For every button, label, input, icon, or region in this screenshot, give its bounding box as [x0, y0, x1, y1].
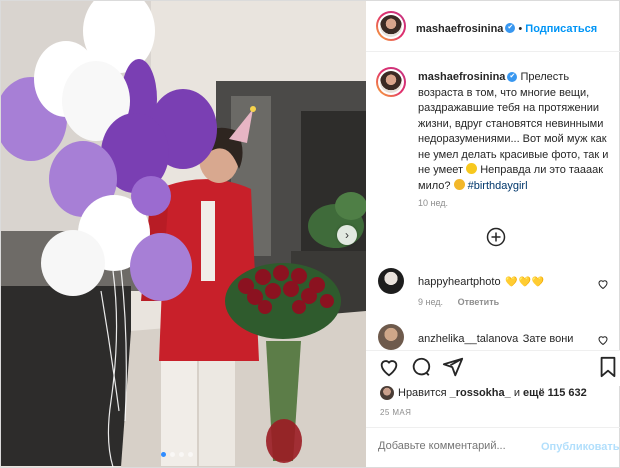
- verified-icon: ✔: [505, 22, 516, 33]
- post-date: 25 МАЯ: [380, 408, 412, 417]
- smile-emoji-icon: [466, 163, 478, 174]
- likes-prefix: Нравится: [398, 387, 447, 399]
- comment-meta: 9 нед. Ответить: [418, 297, 499, 307]
- like-heart-icon[interactable]: [378, 356, 400, 378]
- post-photo[interactable]: ›: [1, 1, 366, 467]
- comment-username[interactable]: happyheartphoto: [418, 276, 501, 288]
- carousel-dot: [188, 452, 193, 457]
- hashtag-link[interactable]: #birthdaygirl: [468, 180, 528, 192]
- carousel-dot: [170, 452, 175, 457]
- caption-username[interactable]: mashaefrosinina: [418, 71, 505, 83]
- comment-avatar[interactable]: [378, 268, 404, 294]
- yellow-heart-emoji-icon: 💛💛💛: [505, 277, 546, 288]
- separator: •: [518, 23, 523, 35]
- share-icon[interactable]: [442, 356, 464, 378]
- carousel-dots: [161, 452, 193, 457]
- liker-username[interactable]: _rossokha_: [450, 387, 511, 399]
- caption-avatar[interactable]: [376, 67, 406, 97]
- carousel-next-button[interactable]: ›: [337, 225, 357, 245]
- caption: mashaefrosinina ✔ Прелесть возраста в том…: [418, 70, 614, 194]
- caption-text: Прелесть возраста в том, что многие вещи…: [418, 71, 609, 176]
- header-username[interactable]: mashaefrosinina: [416, 23, 503, 35]
- comment-text: Зате вони: [522, 333, 574, 345]
- carousel-dot: [179, 452, 184, 457]
- header-avatar[interactable]: [376, 11, 406, 41]
- likes-count[interactable]: ещё 115 632: [523, 387, 587, 399]
- header-user-row: mashaefrosinina ✔ • Подписаться: [416, 19, 597, 37]
- follow-button[interactable]: Подписаться: [525, 23, 597, 35]
- caption-time: 10 нед.: [418, 198, 449, 208]
- comment-time: 9 нед.: [418, 297, 444, 307]
- likes-row[interactable]: Нравится _rossokha_ и ещё 115 632: [380, 386, 587, 400]
- scream-emoji-icon: [453, 178, 465, 190]
- verified-icon: ✔: [507, 72, 518, 83]
- bookmark-icon[interactable]: [598, 356, 618, 378]
- carousel-dot: [161, 452, 166, 457]
- likes-middle: и: [513, 387, 520, 399]
- liker-avatar: [380, 386, 394, 400]
- load-more-comments-icon[interactable]: [486, 227, 506, 247]
- comment-input[interactable]: [378, 440, 538, 452]
- comment-bubble-icon[interactable]: [410, 356, 432, 378]
- comment-like-heart-icon[interactable]: [597, 277, 609, 290]
- reply-button[interactable]: Ответить: [458, 297, 500, 307]
- publish-button[interactable]: Опубликовать: [541, 441, 620, 453]
- comment-username[interactable]: anzhelika__talanova: [418, 333, 518, 345]
- photo-illustration: [1, 1, 366, 467]
- comment-item: happyheartphoto 💛💛💛: [418, 272, 598, 290]
- comment-like-heart-icon[interactable]: [597, 333, 609, 346]
- actions-bar: [366, 350, 620, 386]
- comment-avatar[interactable]: [378, 324, 404, 350]
- comment-item: anzhelika__talanova Зате вони: [418, 329, 598, 347]
